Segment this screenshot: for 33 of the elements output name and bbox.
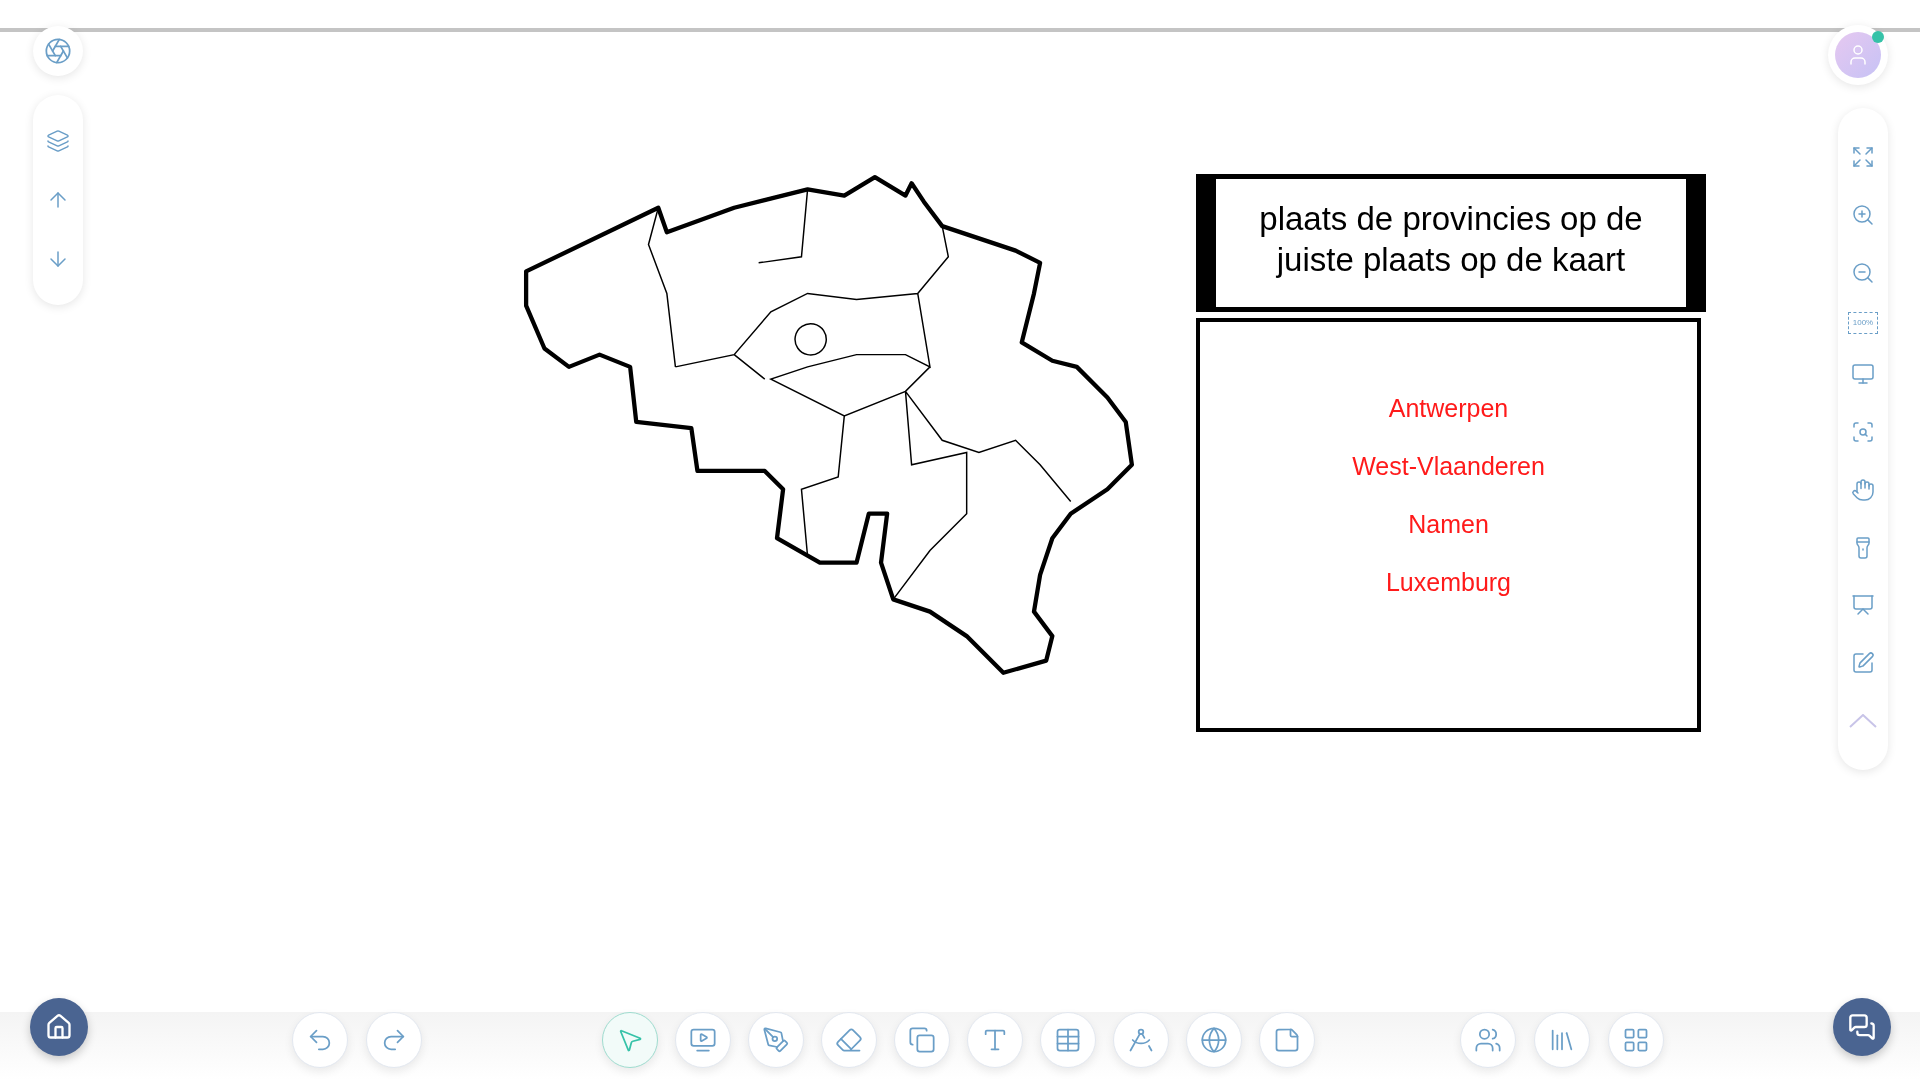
media-icon bbox=[689, 1026, 717, 1054]
help-chat-icon bbox=[1848, 1013, 1876, 1041]
fullscreen-icon bbox=[1851, 144, 1875, 169]
sticky-note-icon bbox=[1273, 1026, 1301, 1054]
hand-icon bbox=[1851, 477, 1875, 502]
chevron-up-icon bbox=[1849, 714, 1877, 729]
settings-icon bbox=[44, 37, 72, 65]
compass-icon bbox=[1127, 1026, 1155, 1054]
screen-icon bbox=[1851, 593, 1875, 618]
province-label[interactable]: West-Vlaanderen bbox=[1352, 450, 1545, 482]
pen-square-icon bbox=[1851, 651, 1875, 676]
instruction-text: plaats de provincies op de juiste plaats op de kaart bbox=[1258, 198, 1644, 280]
table-icon bbox=[1054, 1026, 1082, 1054]
users-icon bbox=[1474, 1026, 1502, 1054]
zoom-out-icon bbox=[1851, 260, 1875, 285]
grid-icon bbox=[1622, 1026, 1650, 1054]
pen-icon bbox=[762, 1026, 790, 1054]
home-button[interactable] bbox=[30, 998, 88, 1056]
monitor-icon bbox=[1851, 362, 1875, 387]
shapes-icon bbox=[908, 1026, 936, 1054]
province-label[interactable]: Namen bbox=[1408, 508, 1489, 540]
settings-button[interactable] bbox=[33, 26, 83, 76]
home-icon bbox=[45, 1013, 73, 1041]
help-button[interactable] bbox=[1833, 998, 1891, 1056]
zoom-in-icon bbox=[1851, 202, 1875, 227]
eraser-icon bbox=[835, 1026, 863, 1054]
province-label[interactable]: Antwerpen bbox=[1388, 392, 1509, 424]
fit-to-screen-button[interactable]: 100% bbox=[1848, 312, 1878, 335]
province-label[interactable]: Luxemburg bbox=[1385, 566, 1512, 598]
user-avatar[interactable] bbox=[1828, 25, 1888, 85]
layers-icon bbox=[46, 128, 70, 153]
globe-icon bbox=[1200, 1026, 1228, 1054]
zoom-area-icon bbox=[1851, 419, 1875, 444]
